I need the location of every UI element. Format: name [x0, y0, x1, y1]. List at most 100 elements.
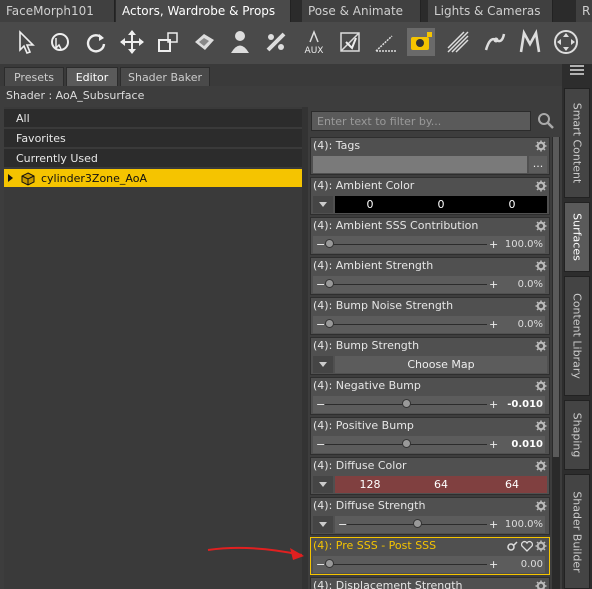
- color-swatch[interactable]: 000: [335, 196, 547, 213]
- gear-icon[interactable]: [535, 180, 547, 192]
- gear-icon[interactable]: [535, 300, 547, 312]
- figure-icon[interactable]: [226, 28, 254, 56]
- slider-handle[interactable]: [325, 279, 334, 288]
- tab-presets[interactable]: Presets: [4, 67, 64, 87]
- value-slider[interactable]: − +0.00: [313, 556, 545, 573]
- expand-arrow-icon[interactable]: [8, 174, 13, 182]
- tab-actors-wardrobe-props[interactable]: Actors, Wardrobe & Props: [116, 0, 291, 22]
- color-channel-value[interactable]: 128: [335, 476, 405, 493]
- value-slider[interactable]: − +0.0%: [313, 316, 545, 333]
- increment-icon[interactable]: +: [489, 436, 498, 453]
- decrement-icon[interactable]: −: [316, 276, 325, 293]
- tab-shader-baker[interactable]: Shader Baker: [120, 67, 210, 87]
- joint-editor-icon[interactable]: [262, 28, 290, 56]
- morph-icon[interactable]: [516, 28, 544, 56]
- color-channel-value[interactable]: 64: [477, 476, 547, 493]
- value-slider[interactable]: − +100.0%: [335, 516, 545, 533]
- slider-value[interactable]: 0.00: [521, 556, 543, 573]
- value-slider[interactable]: − +0.010: [313, 436, 545, 453]
- posing-tool-icon[interactable]: [480, 28, 508, 56]
- slider-handle[interactable]: [325, 559, 334, 568]
- increment-icon[interactable]: +: [489, 556, 498, 573]
- tab-shader-builder[interactable]: Shader Builder: [564, 474, 590, 589]
- slider-value[interactable]: 100.0%: [505, 236, 543, 253]
- tab-lights-cameras[interactable]: Lights & Cameras: [428, 0, 553, 22]
- map-dropdown[interactable]: [313, 356, 333, 373]
- tags-browse-button[interactable]: ...: [529, 156, 547, 173]
- slider-handle[interactable]: [413, 519, 422, 528]
- tab-surfaces[interactable]: Surfaces: [564, 202, 590, 272]
- list-item-selected-node[interactable]: cylinder3Zone_AoA: [4, 169, 302, 188]
- decrement-icon[interactable]: −: [316, 556, 325, 573]
- search-icon[interactable]: [537, 112, 555, 130]
- value-slider[interactable]: − + -0.010: [313, 396, 545, 413]
- slider-value[interactable]: 0.0%: [518, 276, 543, 293]
- tab-smart-content[interactable]: Smart Content: [564, 88, 590, 198]
- slider-track[interactable]: [325, 564, 487, 565]
- slider-value[interactable]: 100.0%: [505, 516, 543, 533]
- pane-menu-icon[interactable]: [568, 64, 586, 76]
- color-channel-value[interactable]: 0: [477, 196, 547, 213]
- increment-icon[interactable]: +: [489, 516, 498, 533]
- slider-handle[interactable]: [325, 239, 334, 248]
- gear-icon[interactable]: [535, 260, 547, 272]
- value-slider[interactable]: − +100.0%: [313, 236, 545, 253]
- aux-viewport-icon[interactable]: AUX: [300, 28, 328, 56]
- gear-icon[interactable]: [535, 580, 547, 589]
- color-dropdown[interactable]: [313, 196, 333, 213]
- tab-pose-animate[interactable]: Pose & Animate: [302, 0, 421, 22]
- increment-icon[interactable]: +: [489, 316, 498, 333]
- color-channel-value[interactable]: 0: [406, 196, 476, 213]
- slider-track[interactable]: [325, 244, 487, 245]
- translate-icon[interactable]: [118, 28, 146, 56]
- list-item-all[interactable]: All: [4, 109, 302, 128]
- increment-icon[interactable]: +: [489, 236, 498, 253]
- decrement-icon[interactable]: −: [338, 516, 347, 533]
- decrement-icon[interactable]: −: [316, 316, 325, 333]
- filter-input[interactable]: Enter text to filter by...: [311, 111, 531, 131]
- gear-icon[interactable]: [535, 460, 547, 472]
- tab-facemorph101[interactable]: FaceMorph101: [0, 0, 115, 22]
- geometry-editor-icon[interactable]: [336, 28, 364, 56]
- favorite-heart-icon[interactable]: [520, 540, 534, 552]
- decrement-icon[interactable]: −: [316, 236, 325, 253]
- gear-icon[interactable]: [535, 340, 547, 352]
- universal-rotate-icon[interactable]: [46, 28, 74, 56]
- gear-icon[interactable]: [535, 140, 547, 152]
- rotate-icon[interactable]: [82, 28, 110, 56]
- gear-icon[interactable]: [535, 220, 547, 232]
- value-slider[interactable]: − +0.0%: [313, 276, 545, 293]
- gear-icon[interactable]: [535, 420, 547, 432]
- slider-value[interactable]: -0.010: [507, 396, 543, 413]
- color-channel-value[interactable]: 64: [406, 476, 476, 493]
- slider-track[interactable]: [325, 324, 487, 325]
- orbit-icon[interactable]: [552, 28, 580, 56]
- color-channel-value[interactable]: 0: [335, 196, 405, 213]
- color-swatch[interactable]: 128 64 64: [335, 476, 547, 493]
- decrement-icon[interactable]: −: [316, 396, 325, 413]
- slider-handle[interactable]: [402, 399, 411, 408]
- color-dropdown[interactable]: [313, 476, 333, 493]
- angle-icon[interactable]: [372, 28, 400, 56]
- tab-overflow[interactable]: R: [576, 0, 592, 22]
- slider-handle[interactable]: [325, 319, 334, 328]
- tags-field[interactable]: [313, 156, 527, 173]
- increment-icon[interactable]: +: [489, 396, 498, 413]
- gear-icon[interactable]: [535, 540, 547, 552]
- camera-highlighted-icon[interactable]: [407, 28, 435, 56]
- decrement-icon[interactable]: −: [316, 436, 325, 453]
- scale-icon[interactable]: [154, 28, 182, 56]
- slider-handle[interactable]: [402, 439, 411, 448]
- choose-map-button[interactable]: Choose Map: [335, 356, 547, 373]
- tab-shaping[interactable]: Shaping: [564, 400, 590, 470]
- increment-icon[interactable]: +: [489, 276, 498, 293]
- tab-content-library[interactable]: Content Library: [564, 276, 590, 396]
- list-item-favorites[interactable]: Favorites: [4, 129, 302, 148]
- surface-selection-icon[interactable]: [190, 28, 218, 56]
- slider-track[interactable]: [325, 284, 487, 285]
- gear-icon[interactable]: [535, 500, 547, 512]
- node-selection-icon[interactable]: [12, 28, 40, 56]
- list-item-currently-used[interactable]: Currently Used: [4, 149, 302, 168]
- link-icon[interactable]: [507, 540, 519, 552]
- slider-value[interactable]: 0.0%: [518, 316, 543, 333]
